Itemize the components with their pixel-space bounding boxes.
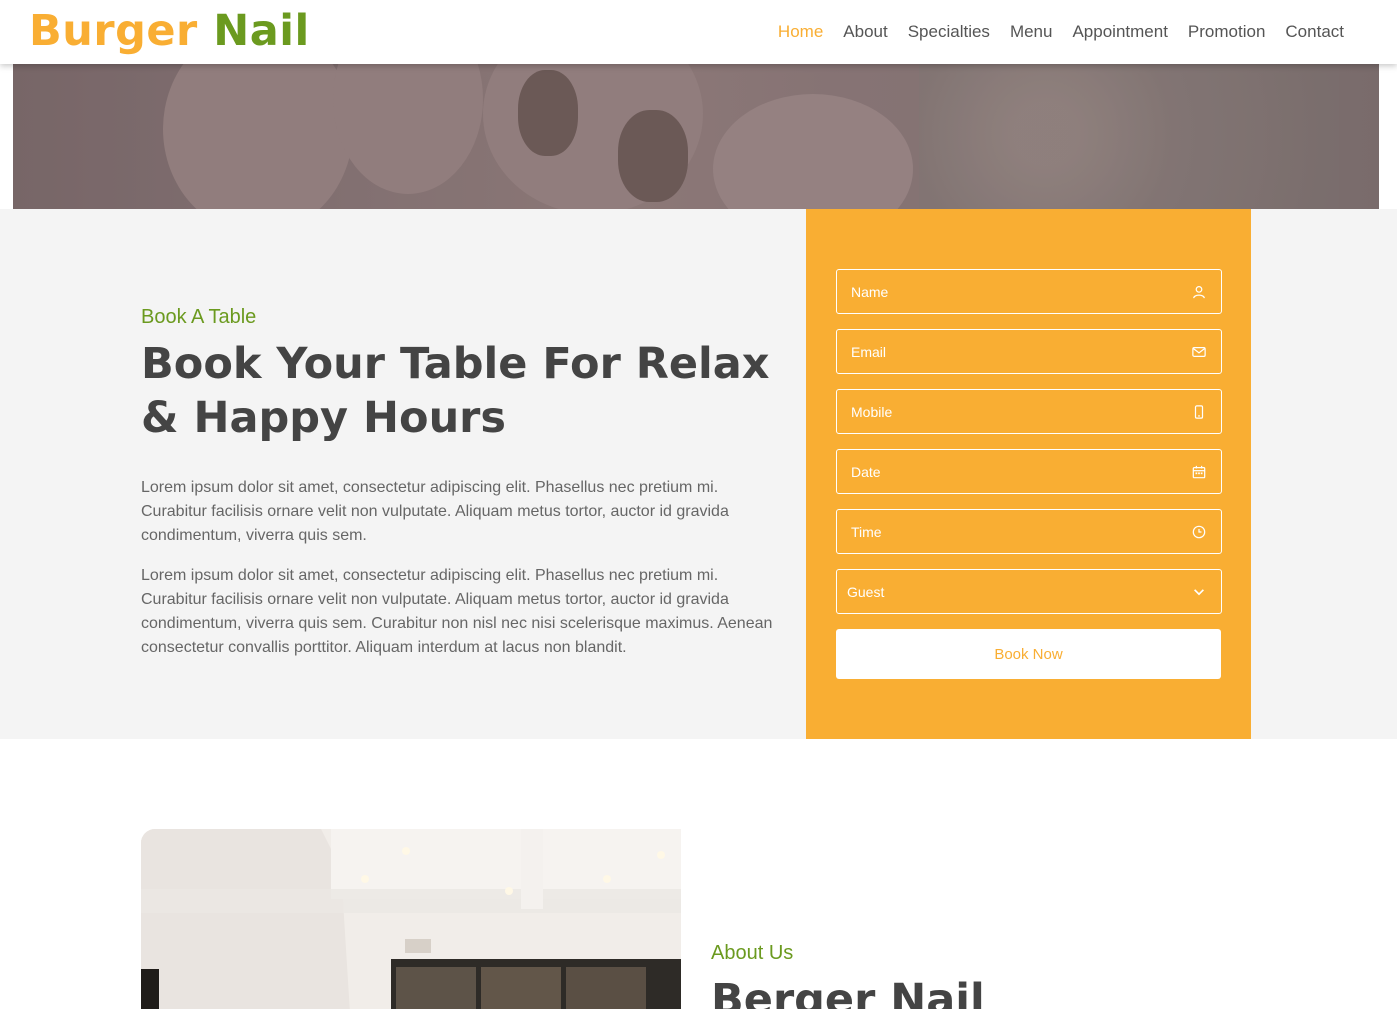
salon-interior-illustration [141,829,681,1009]
time-field[interactable]: Time [836,509,1222,554]
booking-subtitle: Book A Table [141,306,257,328]
email-field[interactable]: Email [836,329,1222,374]
nav-appointment[interactable]: Appointment [1062,20,1177,44]
hero-image [13,64,1379,209]
brand-logo[interactable]: Burger Nail [29,6,310,56]
time-placeholder: Time [851,523,882,540]
nav-specialties[interactable]: Specialties [898,20,1000,44]
guest-select[interactable]: Guest [836,569,1222,614]
nav-about[interactable]: About [833,20,897,44]
mobile-field[interactable]: Mobile [836,389,1222,434]
mobile-phone-icon [1191,404,1207,420]
email-placeholder: Email [851,343,887,360]
nav-home[interactable]: Home [768,20,833,44]
hero-overlay [13,64,1379,209]
booking-title: Book Your Table For Relax & Happy Hours [141,339,770,443]
booking-form: Name Email Mobile Date Time Guest Book N… [806,209,1251,739]
about-title: Berger Nail [711,975,985,1009]
guest-selected-value: Guest [847,583,885,600]
booking-paragraph-1: Lorem ipsum dolor sit amet, consectetur … [141,479,729,544]
about-image [141,829,681,1009]
booking-section: Book A Table Book Your Table For Relax &… [0,209,1397,739]
mobile-placeholder: Mobile [851,403,893,420]
chevron-down-icon [1191,584,1207,600]
brand-word-1: Burger [29,6,198,56]
calendar-icon [1191,464,1207,480]
date-placeholder: Date [851,463,881,480]
about-subtitle: About Us [711,942,794,964]
nav-contact[interactable]: Contact [1275,20,1354,44]
main-nav: Home About Specialties Menu Appointment … [768,20,1354,44]
nav-menu[interactable]: Menu [1000,20,1063,44]
envelope-icon [1191,344,1207,360]
brand-word-2: Nail [213,6,310,56]
nav-promotion[interactable]: Promotion [1178,20,1275,44]
name-placeholder: Name [851,283,889,300]
date-field[interactable]: Date [836,449,1222,494]
site-header: Burger Nail Home About Specialties Menu … [0,0,1397,64]
book-now-button[interactable]: Book Now [836,629,1221,679]
user-icon [1191,284,1207,300]
name-field[interactable]: Name [836,269,1222,314]
booking-paragraph-2: Lorem ipsum dolor sit amet, consectetur … [141,567,773,656]
clock-icon [1191,524,1207,540]
